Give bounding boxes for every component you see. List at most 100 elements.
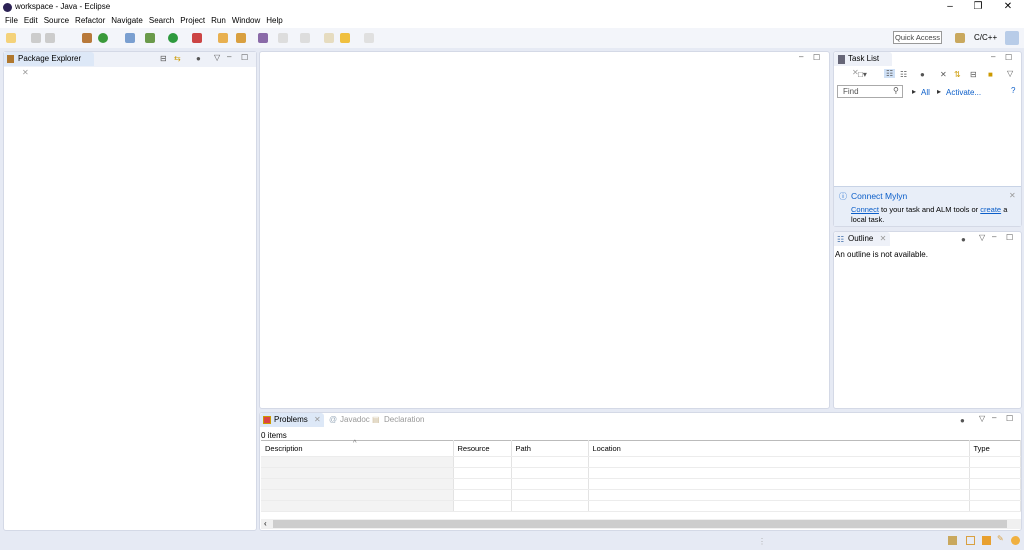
header-label: Description (265, 444, 303, 453)
new-task-icon[interactable]: □▾ (858, 70, 867, 79)
view-menu-icon[interactable]: ▽ (214, 53, 220, 62)
maximize-button[interactable]: ❐ (968, 1, 988, 12)
activate-link[interactable]: Activate... (946, 88, 981, 97)
close-tab-icon[interactable]: ✕ (880, 234, 887, 243)
maximize-view-icon[interactable]: ☐ (1005, 53, 1012, 62)
create-link[interactable]: create (980, 205, 1001, 214)
open-task-icon[interactable] (258, 33, 268, 43)
forward-icon[interactable] (364, 33, 374, 43)
minimize-view-icon[interactable]: – (227, 52, 231, 61)
menu-navigate[interactable]: Navigate (111, 14, 143, 28)
save-icon[interactable] (31, 33, 41, 43)
menu-source[interactable]: Source (44, 14, 69, 28)
new-class-icon[interactable] (98, 33, 108, 43)
items-count: 0 items (261, 431, 287, 440)
status-repo-icon[interactable] (966, 536, 975, 545)
close-tab-icon[interactable]: ✕ (314, 415, 321, 424)
tab-package-explorer[interactable]: Package Explorer ✕ (4, 52, 94, 77)
all-link[interactable]: All (921, 88, 930, 97)
repository-icon[interactable]: ■ (988, 70, 993, 79)
run-icon[interactable] (168, 33, 178, 43)
header-label: Path (515, 444, 531, 453)
skip-breakpoints-icon[interactable] (125, 33, 135, 43)
menu-refactor[interactable]: Refactor (75, 14, 105, 28)
menu-help[interactable]: Help (266, 14, 282, 28)
maximize-view-icon[interactable]: ☐ (241, 53, 248, 62)
maximize-editor-icon[interactable]: ☐ (813, 53, 820, 62)
collapse-all-icon[interactable]: ⊟ (160, 54, 167, 63)
find-input[interactable]: Find ⚲ (837, 85, 903, 98)
minimize-view-icon[interactable]: – (991, 52, 995, 61)
new-icon[interactable] (6, 33, 16, 43)
scroll-left-icon[interactable]: ‹ (264, 519, 267, 528)
editor-area: – ☐ (259, 51, 830, 409)
tab-task-list[interactable]: Task List ✕ (834, 52, 892, 77)
focus-icon[interactable]: ● (960, 416, 965, 425)
save-all-icon[interactable] (45, 33, 55, 43)
view-menu-icon[interactable]: ▽ (1007, 69, 1013, 78)
perspective-cpp[interactable]: C/C++ (974, 33, 997, 42)
tab-declaration[interactable]: ▤ Declaration (370, 413, 424, 427)
filter-icon[interactable]: ● (196, 54, 201, 63)
last-edit-icon[interactable] (324, 33, 334, 43)
debug-icon[interactable] (145, 33, 155, 43)
tab-outline[interactable]: ☷ Outline ✕ (834, 232, 890, 246)
menu-window[interactable]: Window (232, 14, 260, 28)
close-button[interactable]: ✕ (998, 1, 1018, 12)
search-tool-icon[interactable] (236, 33, 246, 43)
column-location[interactable]: Location (588, 440, 970, 457)
maximize-view-icon[interactable]: ☐ (1006, 414, 1013, 423)
sort-icon: ^ (353, 438, 357, 447)
minimize-editor-icon[interactable]: – (799, 52, 803, 61)
menu-file[interactable]: File (5, 14, 18, 28)
menu-edit[interactable]: Edit (24, 14, 38, 28)
link-editor-icon[interactable]: ⇆ (174, 54, 181, 63)
info-icon: ⓘ (839, 192, 847, 201)
open-perspective-icon[interactable] (955, 33, 965, 43)
minimize-button[interactable]: – (940, 1, 960, 12)
sync-icon[interactable]: ⇅ (954, 70, 961, 79)
scheduled-icon[interactable]: ☷ (900, 70, 907, 79)
focus-icon[interactable]: ● (920, 70, 925, 79)
close-mylyn-icon[interactable]: ✕ (1009, 191, 1016, 200)
menu-run[interactable]: Run (211, 14, 226, 28)
view-menu-icon[interactable]: ▽ (979, 233, 985, 242)
scrollbar-thumb[interactable] (273, 520, 1007, 528)
tab-label: Javadoc (340, 415, 370, 424)
mylyn-text: to your task and ALM tools or (878, 205, 981, 214)
back-icon[interactable] (340, 33, 350, 43)
tab-problems[interactable]: Problems ✕ (260, 413, 324, 427)
main-toolbar: Quick Access C/C++ (0, 28, 1024, 48)
status-update-icon[interactable] (982, 536, 991, 545)
minimize-view-icon[interactable]: – (992, 232, 996, 241)
connect-link[interactable]: Connect (851, 205, 879, 214)
prev-annotation-icon[interactable] (300, 33, 310, 43)
close-tab-icon[interactable]: ✕ (22, 68, 29, 77)
collapse-icon[interactable]: ⊟ (970, 70, 977, 79)
focus-icon[interactable]: ● (961, 235, 966, 244)
maximize-view-icon[interactable]: ☐ (1006, 233, 1013, 242)
status-circle-icon[interactable] (1011, 536, 1020, 545)
hide-completed-icon[interactable]: ✕ (940, 70, 947, 79)
open-type-icon[interactable] (218, 33, 228, 43)
minimize-view-icon[interactable]: – (992, 413, 996, 422)
status-task-icon[interactable] (948, 536, 957, 545)
menu-search[interactable]: Search (149, 14, 174, 28)
external-tools-icon[interactable] (192, 33, 202, 43)
new-java-package-icon[interactable] (82, 33, 92, 43)
tab-javadoc[interactable]: @ Javadoc (326, 413, 370, 427)
view-menu-icon[interactable]: ▽ (979, 414, 985, 423)
column-resource[interactable]: Resource (453, 440, 512, 457)
horizontal-scrollbar[interactable]: ‹ (261, 519, 1021, 529)
column-path[interactable]: Path (511, 440, 589, 457)
categorized-icon[interactable]: ☷ (884, 69, 896, 78)
menu-project[interactable]: Project (180, 14, 205, 28)
help-icon[interactable]: ? (1011, 86, 1015, 95)
triangle-icon: ▸ (912, 87, 917, 96)
column-description[interactable]: Description ^ (261, 438, 454, 457)
java-perspective-icon[interactable] (1005, 31, 1019, 45)
quick-access-input[interactable]: Quick Access (893, 31, 942, 44)
next-annotation-icon[interactable] (278, 33, 288, 43)
status-pen-icon[interactable]: ✎ (997, 534, 1004, 543)
column-type[interactable]: Type (969, 440, 1021, 457)
